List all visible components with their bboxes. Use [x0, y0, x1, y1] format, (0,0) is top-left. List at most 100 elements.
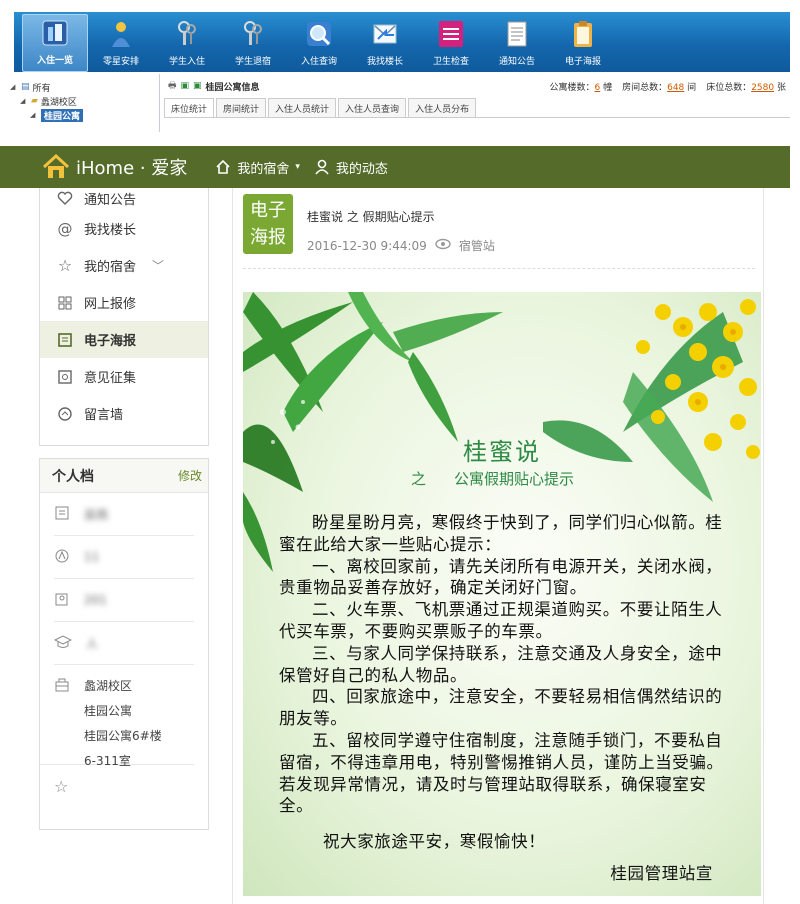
- toolbar-label: 学生入住: [168, 57, 205, 67]
- tab-occupant-query[interactable]: 入住人员查询: [338, 98, 407, 117]
- profile-edit-link[interactable]: 修改: [178, 467, 202, 484]
- toolbar-item-poster[interactable]: 电子海报: [550, 14, 616, 72]
- poster-image: 桂蜜说 之 公寓假期贴心提示 盼星星盼月亮，寒假终于快到了，同学们归心似箭。桂蜜…: [243, 292, 761, 896]
- address-room: 6-311室: [84, 754, 131, 768]
- nav-label: 我的动态: [335, 161, 388, 177]
- eye-icon: [435, 238, 451, 253]
- toolbar-item-find-manager[interactable]: 我找楼长: [352, 14, 418, 72]
- profile-year-row: 201: [54, 579, 194, 622]
- sidebar-item-poster[interactable]: 电子海报: [40, 321, 208, 358]
- sidebar-item-label: 网上报修: [84, 297, 137, 312]
- toolbar-item-overview[interactable]: 入住一览: [22, 14, 88, 72]
- toolbar-item-query[interactable]: 入住查询: [286, 14, 352, 72]
- post-header: 电子 海报 桂蜜说 之 假期贴心提示 2016-12-30 9:44:09 宿管…: [243, 194, 495, 254]
- keys-icon: [172, 18, 202, 50]
- printer-icon[interactable]: 🖶: [168, 78, 177, 94]
- heart-icon: [56, 189, 74, 207]
- toolbar-label: 零星安排: [102, 57, 139, 67]
- poster-paragraph: 五、留校同学遵守住宿制度，注意随手锁门，不要私自留宿，不得违章用电，特别警惕推销…: [279, 730, 724, 816]
- tab-occupant-stats[interactable]: 入住人员统计: [268, 98, 337, 117]
- profile-address-row: 蠡湖校区 桂园公寓 桂园公寓6#楼 6-311室: [40, 665, 194, 768]
- address-building: 桂园公寓6#楼: [84, 729, 162, 743]
- mail-icon: [370, 18, 400, 50]
- admin-toolbar: 入住一览 零星安排 学生入住 学生退宿 入住查询 我找楼长 卫生检查 通知公告 …: [14, 12, 790, 72]
- sidebar-item-feedback[interactable]: 意见征集: [40, 358, 208, 395]
- star-icon: ☆: [57, 256, 73, 275]
- poster-body: 盼星星盼月亮，寒假终于快到了，同学们归心似箭。桂蜜在此给大家一些贴心提示： 一、…: [279, 512, 727, 817]
- tree-campus[interactable]: ◢ ▰ 蠡湖校区: [0, 94, 159, 108]
- sidebar-item-find-manager[interactable]: @ 我找楼长: [40, 210, 208, 247]
- post-author: 宿管站: [458, 239, 495, 253]
- at-icon: @: [57, 219, 73, 238]
- divider: [243, 268, 755, 269]
- house-logo-icon: [42, 154, 70, 178]
- poster-paragraph: 一、离校回家前，请先关闭所有电源开关，关闭水阀，贵重物品妥善存放好，确定关闭好门…: [279, 556, 723, 598]
- toolbar-item-notice[interactable]: 通知公告: [484, 14, 550, 72]
- panel-tabs: 床位统计 房间统计 入住人员统计 入住人员查询 入住人员分布: [164, 98, 790, 118]
- sidebar-item-label: 意见征集: [84, 371, 137, 386]
- profile-panel: 个人档 修改 吴雨 11 201 人 蠡湖校区 桂园公寓 桂园公寓6#楼 6-3…: [39, 458, 209, 830]
- toolbar-item-checkin[interactable]: 学生入住: [154, 14, 220, 72]
- folder-icon: ▰: [31, 96, 38, 106]
- profile-id-row: 11: [54, 536, 194, 579]
- poster-paragraph: 盼星星盼月亮，寒假终于快到了，同学们归心似箭。桂蜜在此给大家一些贴心提示：: [279, 513, 723, 554]
- toolbar-label: 卫生检查: [432, 57, 469, 67]
- nav-my-activity[interactable]: 我的动态: [314, 158, 388, 177]
- address-campus: 蠡湖校区: [84, 679, 133, 693]
- person-icon: [106, 18, 136, 50]
- address-dorm: 桂园公寓: [84, 704, 133, 718]
- profile-id: 11: [84, 550, 100, 564]
- profile-footer: ☆: [40, 765, 208, 808]
- sidebar-item-message-wall[interactable]: 留言墙: [40, 395, 208, 432]
- building-icon: [40, 17, 70, 49]
- excel-icon[interactable]: ▣: [193, 81, 202, 91]
- beds-count[interactable]: 2580: [751, 83, 774, 93]
- tree-label: 蠡湖校区: [40, 97, 77, 108]
- sidebar-item-my-dorm[interactable]: ☆ 我的宿舍 ﹀: [40, 247, 208, 284]
- poster-paragraph: 三、与家人同学保持联系，注意交通及人身安全，途中保管好自己的私人物品。: [279, 643, 723, 685]
- tab-occupant-distribution[interactable]: 入住人员分布: [408, 98, 477, 117]
- post-title[interactable]: 桂蜜说 之 假期贴心提示: [307, 208, 495, 225]
- tree-dorm[interactable]: ◢ 桂园公寓: [0, 108, 159, 122]
- contact-icon: [54, 591, 70, 610]
- rooms-count[interactable]: 648: [667, 83, 684, 93]
- toolbar-label: 入住查询: [300, 57, 337, 67]
- star-icon[interactable]: ☆: [54, 777, 68, 796]
- panel-title: 桂园公寓信息: [205, 82, 260, 93]
- poster-closing: 祝大家旅途平安，寒假愉快！: [323, 832, 546, 851]
- poster-signature: 桂园管理站宣: [610, 864, 713, 883]
- profile-major-row: 人: [53, 622, 194, 665]
- poster-subtitle: 之 公寓假期贴心提示: [411, 470, 575, 488]
- brand-name: iHome · 爱家: [76, 158, 188, 179]
- ihome-logo[interactable]: iHome · 爱家: [42, 154, 187, 180]
- feedback-icon: [56, 368, 74, 386]
- chevron-down-icon: ▾: [295, 162, 300, 172]
- chevron-down-icon: ﹀: [152, 259, 165, 273]
- sidebar-item-repair[interactable]: 网上报修: [40, 284, 208, 321]
- profile-major: 人: [86, 636, 99, 651]
- sidebar-item-label: 我找楼长: [84, 223, 137, 238]
- toolbar-item-arrange[interactable]: 零星安排: [88, 14, 154, 72]
- sidebar-item-label: 留言墙: [84, 408, 124, 423]
- excel-icon[interactable]: ▣: [181, 81, 190, 91]
- poster-title: 桂蜜说: [463, 438, 541, 466]
- toolbar-label: 电子海报: [564, 57, 601, 67]
- tab-bed-stats[interactable]: 床位统计: [164, 98, 215, 117]
- briefcase-icon: [54, 677, 70, 764]
- nav-my-dorm[interactable]: 我的宿舍 ▾: [215, 158, 300, 177]
- sidebar-item-label: 电子海报: [84, 334, 137, 349]
- toolbar-item-checkout[interactable]: 学生退宿: [220, 14, 286, 72]
- tab-room-stats[interactable]: 房间统计: [216, 98, 267, 117]
- profile-title: 个人档: [52, 468, 94, 485]
- message-icon: [56, 405, 74, 423]
- clipboard-icon: [568, 18, 598, 50]
- ihome-navbar: iHome · 爱家 我的宿舍 ▾ 我的动态: [0, 146, 790, 188]
- toolbar-label: 我找楼长: [366, 57, 403, 67]
- poster-category-badge: 电子 海报: [243, 194, 293, 254]
- tree-root[interactable]: ◢ ▤ 所有: [0, 80, 159, 94]
- sidebar-item-notice[interactable]: 通知公告: [40, 186, 208, 210]
- toolbar-item-hygiene[interactable]: 卫生检查: [418, 14, 484, 72]
- floors-count[interactable]: 6: [594, 83, 600, 93]
- poster-paragraph: 四、回家旅途中，注意安全，不要轻易相信偶然结识的朋友等。: [279, 687, 723, 729]
- checklist-icon: [436, 18, 466, 50]
